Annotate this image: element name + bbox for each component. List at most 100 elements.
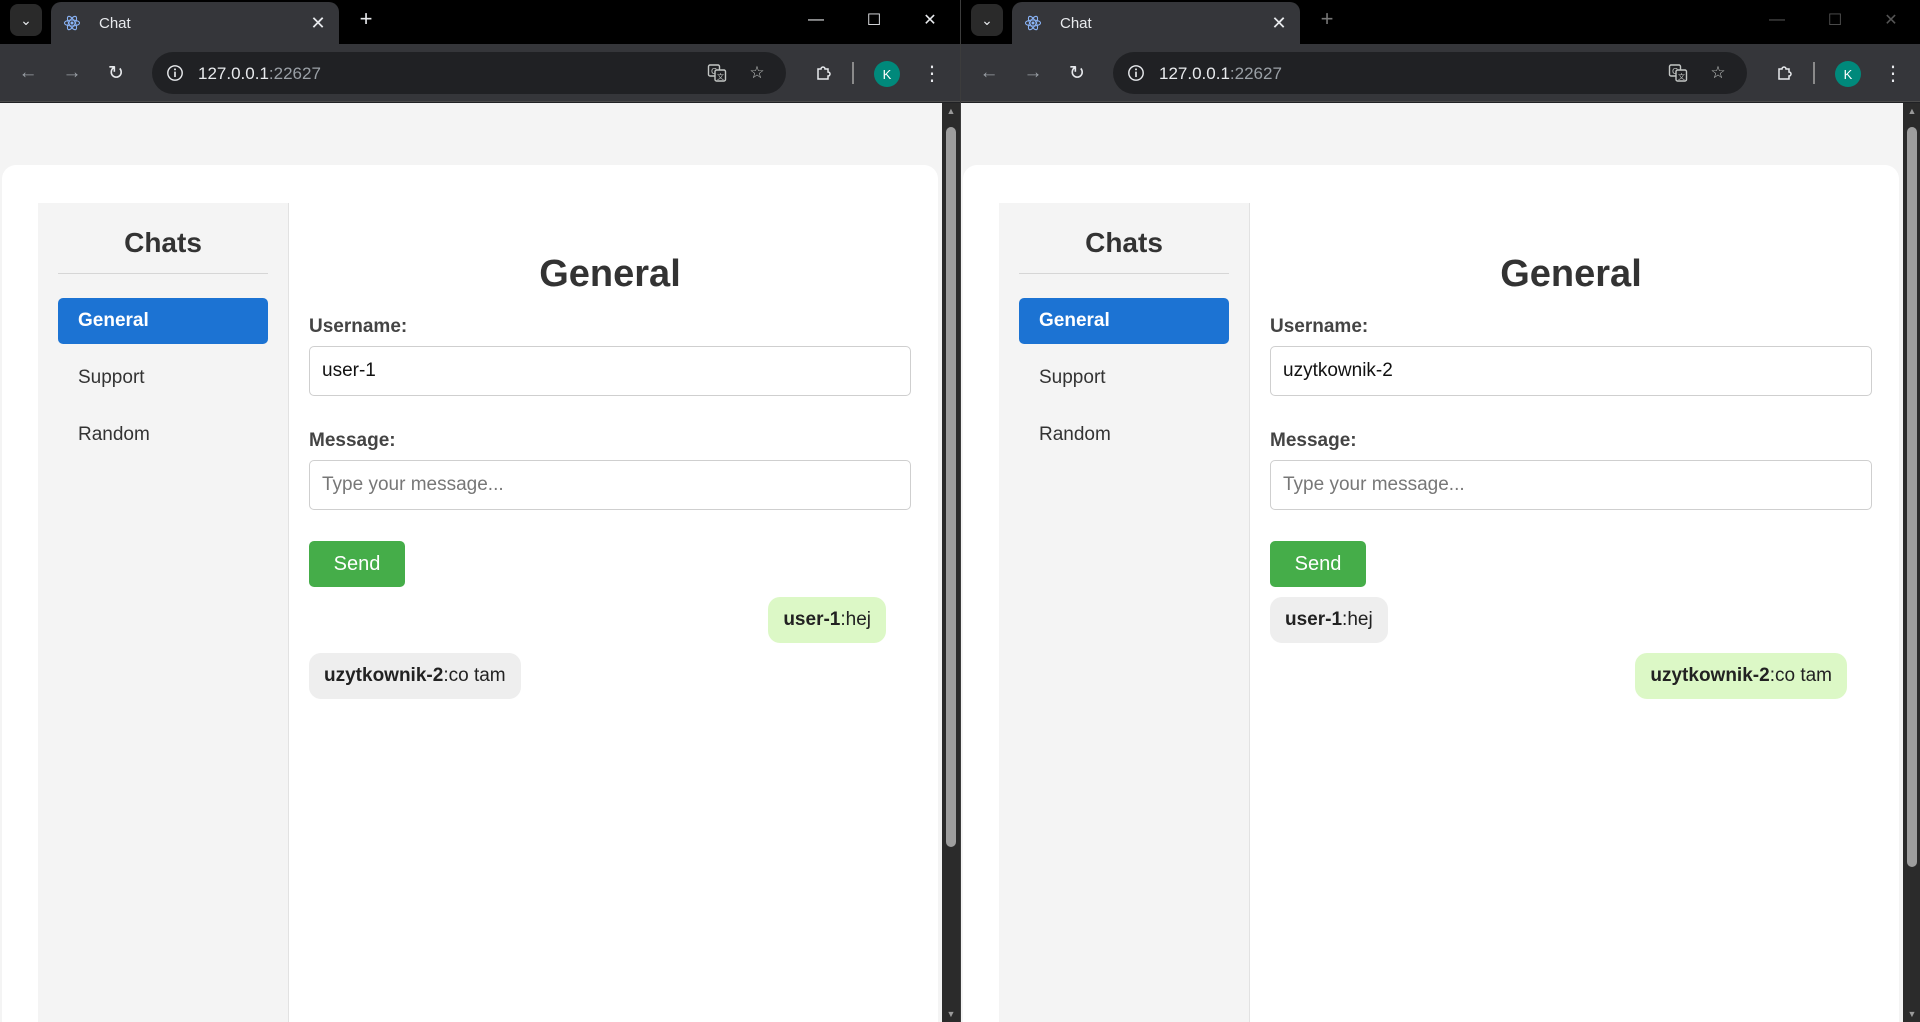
screen: ⌄ Chat ✕ + — ☐ ✕ ← → ↻ 127.0.0.1:22627 G… [0, 0, 1920, 1022]
url-host: 127.0.0.1 [198, 64, 269, 83]
new-tab-button[interactable]: + [1313, 5, 1341, 33]
extensions-puzzle-icon[interactable] [1769, 57, 1801, 89]
message-author: user-1 [1285, 609, 1343, 630]
chat-main: General Username: Message: Send user-1: … [1270, 203, 1872, 1003]
site-info-icon[interactable] [1123, 60, 1149, 86]
message-text: co tam [448, 665, 506, 686]
tab-search-button[interactable]: ⌄ [10, 4, 42, 36]
message-bubble: user-1: hej [768, 597, 886, 643]
new-tab-button[interactable]: + [352, 5, 380, 33]
browser-toolbar: ← → ↻ 127.0.0.1:22627 G文 ☆ K ⋮ [961, 44, 1920, 102]
sidebar-title: Chats [1019, 227, 1229, 274]
scroll-up-arrow-icon[interactable]: ▲ [945, 105, 957, 117]
url-text: 127.0.0.1:22627 [198, 64, 321, 84]
back-button[interactable]: ← [973, 57, 1005, 89]
bookmark-star-icon[interactable]: ☆ [744, 60, 770, 86]
room-item-random[interactable]: Random [58, 412, 268, 458]
chat-sidebar: Chats General Support Random [999, 203, 1250, 1022]
page-scrollbar[interactable]: ▲ ▼ [1903, 103, 1920, 1022]
chevron-down-icon: ⌄ [981, 11, 993, 28]
browser-menu-icon[interactable]: ⋮ [918, 57, 946, 89]
profile-avatar[interactable]: K [874, 61, 900, 87]
tab-strip: ⌄ Chat ✕ + — ☐ ✕ [961, 0, 1920, 44]
chevron-down-icon: ⌄ [20, 11, 32, 28]
url-port: :22627 [1229, 64, 1282, 83]
scroll-up-arrow-icon[interactable]: ▲ [1906, 105, 1918, 117]
address-bar[interactable]: 127.0.0.1:22627 G文 ☆ [152, 52, 786, 94]
message-text: hej [845, 609, 871, 630]
room-item-random[interactable]: Random [1019, 412, 1229, 458]
svg-text:文: 文 [1678, 72, 1685, 81]
browser-menu-icon[interactable]: ⋮ [1879, 57, 1907, 89]
tab-title: Chat [99, 14, 131, 32]
username-label: Username: [1270, 316, 1369, 337]
tab-chat[interactable]: Chat ✕ [1012, 2, 1300, 44]
svg-text:文: 文 [717, 72, 724, 81]
tab-close-icon[interactable]: ✕ [307, 12, 329, 34]
message-bubble: uzytkownik-2: co tam [309, 653, 521, 699]
react-atom-icon [1024, 14, 1042, 32]
maximize-button[interactable]: ☐ [1807, 0, 1863, 40]
tab-title: Chat [1060, 14, 1092, 32]
browser-toolbar: ← → ↻ 127.0.0.1:22627 G文 ☆ K ⋮ [0, 44, 960, 102]
room-title: General [539, 253, 681, 295]
page-viewport: Chats General Support Random General Use… [961, 103, 1903, 1022]
room-item-general[interactable]: General [58, 298, 268, 344]
scroll-down-arrow-icon[interactable]: ▼ [1906, 1008, 1918, 1020]
address-bar[interactable]: 127.0.0.1:22627 G文 ☆ [1113, 52, 1747, 94]
username-input[interactable] [309, 346, 911, 396]
username-input[interactable] [1270, 346, 1872, 396]
extensions-puzzle-icon[interactable] [808, 57, 840, 89]
url-port: :22627 [268, 64, 321, 83]
message-label: Message: [1270, 430, 1357, 451]
username-label: Username: [309, 316, 408, 337]
message-author: uzytkownik-2 [1650, 665, 1770, 686]
forward-button[interactable]: → [1017, 57, 1049, 89]
close-window-button[interactable]: ✕ [902, 0, 958, 40]
page-scrollbar[interactable]: ▲ ▼ [942, 103, 960, 1022]
minimize-button[interactable]: — [1749, 0, 1805, 40]
site-info-icon[interactable] [162, 60, 188, 86]
url-text: 127.0.0.1:22627 [1159, 64, 1282, 84]
message-bubble: uzytkownik-2: co tam [1635, 653, 1847, 699]
reload-button[interactable]: ↻ [100, 57, 132, 89]
sidebar-title: Chats [58, 227, 268, 274]
tab-close-icon[interactable]: ✕ [1268, 12, 1290, 34]
minimize-button[interactable]: — [788, 0, 844, 40]
send-button[interactable]: Send [1270, 541, 1366, 587]
browser-window-right: ⌄ Chat ✕ + — ☐ ✕ ← → ↻ 127.0.0.1:22627 G… [960, 0, 1920, 1022]
send-button[interactable]: Send [309, 541, 405, 587]
profile-avatar[interactable]: K [1835, 61, 1861, 87]
back-button[interactable]: ← [12, 57, 44, 89]
tab-search-button[interactable]: ⌄ [971, 4, 1003, 36]
message-bubble: user-1: hej [1270, 597, 1388, 643]
message-text: hej [1347, 609, 1373, 630]
message-author: uzytkownik-2 [324, 665, 444, 686]
reload-button[interactable]: ↻ [1061, 57, 1093, 89]
chat-sidebar: Chats General Support Random [38, 203, 289, 1022]
bookmark-star-icon[interactable]: ☆ [1705, 60, 1731, 86]
tab-chat[interactable]: Chat ✕ [51, 2, 339, 44]
close-window-button[interactable]: ✕ [1863, 0, 1919, 40]
message-author: user-1 [783, 609, 841, 630]
message-label: Message: [309, 430, 396, 451]
message-input[interactable] [309, 460, 911, 510]
message-text: co tam [1774, 665, 1832, 686]
translate-icon[interactable]: G文 [1665, 60, 1691, 86]
room-title: General [1500, 253, 1642, 295]
scrollbar-thumb[interactable] [946, 127, 956, 847]
maximize-button[interactable]: ☐ [846, 0, 902, 40]
translate-icon[interactable]: G文 [704, 60, 730, 86]
room-item-general[interactable]: General [1019, 298, 1229, 344]
message-input[interactable] [1270, 460, 1872, 510]
browser-window-left: ⌄ Chat ✕ + — ☐ ✕ ← → ↻ 127.0.0.1:22627 G… [0, 0, 960, 1022]
toolbar-separator [1813, 62, 1815, 84]
toolbar-separator [852, 62, 854, 84]
scrollbar-thumb[interactable] [1907, 127, 1917, 867]
room-item-support[interactable]: Support [58, 355, 268, 401]
react-atom-icon [63, 14, 81, 32]
chat-main: General Username: Message: Send user-1: … [309, 203, 911, 1003]
scroll-down-arrow-icon[interactable]: ▼ [945, 1008, 957, 1020]
room-item-support[interactable]: Support [1019, 355, 1229, 401]
forward-button[interactable]: → [56, 57, 88, 89]
